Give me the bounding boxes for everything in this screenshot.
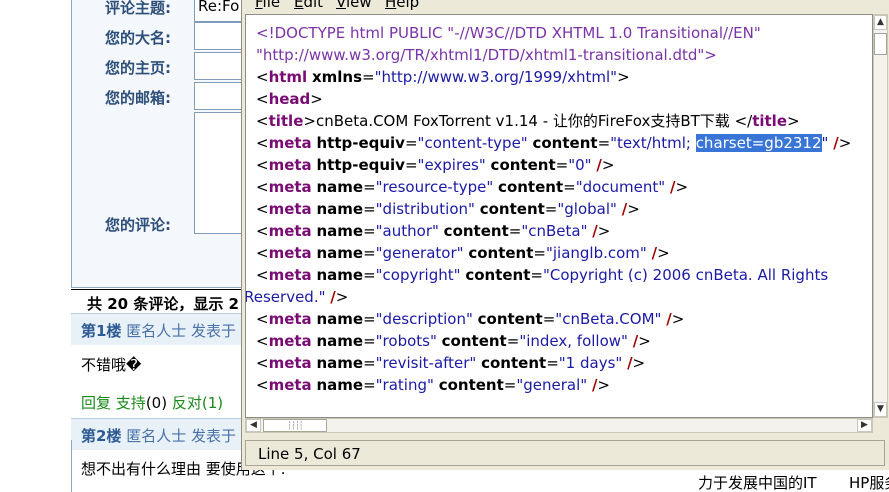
source-line: <meta http-equiv="expires" content="0" /… xyxy=(256,156,615,174)
scroll-down-icon[interactable]: ▼ xyxy=(874,402,887,417)
source-line: <meta name="revisit-after" content="1 da… xyxy=(256,354,646,372)
source-line: <!DOCTYPE html PUBLIC "-//W3C//DTD XHTML… xyxy=(256,24,761,42)
cursor-position: Line 5, Col 67 xyxy=(258,445,361,463)
source-line: Reserved." /> xyxy=(245,288,349,306)
source-line: <meta name="copyright" content="Copyrigh… xyxy=(256,266,829,284)
footer-left-text[interactable]: 力于发展中国的IT xyxy=(698,472,817,492)
email-label: 您的邮箱: xyxy=(105,89,171,107)
status-bar: Line 5, Col 67 xyxy=(245,440,885,466)
horizontal-scroll-thumb[interactable]: ┆┆┆┆ xyxy=(263,419,327,432)
vertical-scrollbar[interactable]: ▲ ▼ xyxy=(873,14,888,418)
source-line: <html xmlns="http://www.w3.org/1999/xhtm… xyxy=(256,68,630,86)
support-link[interactable]: 支持 xyxy=(116,394,146,412)
source-line: <meta name="description" content="cnBeta… xyxy=(256,310,685,328)
source-text-area[interactable]: <!DOCTYPE html PUBLIC "-//W3C//DTD XHTML… xyxy=(245,14,873,418)
source-line: <meta name="resource-type" content="docu… xyxy=(256,178,689,196)
source-line: <meta name="author" content="cnBeta" /> xyxy=(256,222,611,240)
support-count: (0) xyxy=(145,394,168,412)
horizontal-scrollbar[interactable]: ◀ ┆┆┆┆ ▶ xyxy=(245,418,873,433)
footer-right-text[interactable]: HP服务 xyxy=(849,472,889,492)
divider xyxy=(71,440,72,492)
homepage-label: 您的主页: xyxy=(105,59,171,77)
view-source-window: File Edit View Help <!DOCTYPE html PUBLI… xyxy=(241,0,889,470)
source-line: <meta name="distribution" content="globa… xyxy=(256,200,640,218)
subject-label: 评论主题: xyxy=(105,0,171,17)
floor-1-actions: 回复 支持(0) 反对(1) xyxy=(81,392,223,413)
scroll-up-icon[interactable]: ▲ xyxy=(874,15,887,30)
comment-label: 您的评论: xyxy=(105,216,171,234)
floor-author: 匿名人士 发表于 xyxy=(126,427,236,445)
source-line: <meta name="robots" content="index, foll… xyxy=(256,332,651,350)
name-label: 您的大名: xyxy=(105,29,171,47)
floor-number: 第1楼 xyxy=(81,322,122,340)
menu-help[interactable]: Help xyxy=(385,0,419,11)
floor-author: 匿名人士 发表于 xyxy=(126,322,236,340)
oppose-count: (1) xyxy=(201,394,224,412)
menu-edit[interactable]: Edit xyxy=(294,0,323,11)
vertical-scroll-thumb[interactable] xyxy=(874,33,887,55)
source-line: <meta name="generator" content="jianglb.… xyxy=(256,244,670,262)
source-line: "http://www.w3.org/TR/xhtml1/DTD/xhtml1-… xyxy=(256,46,717,64)
menu-bar: File Edit View Help xyxy=(242,0,889,14)
reply-link[interactable]: 回复 xyxy=(81,394,111,412)
menu-file[interactable]: File xyxy=(255,0,280,11)
oppose-link[interactable]: 反对 xyxy=(172,394,202,412)
source-line: <meta http-equiv="content-type" content=… xyxy=(256,134,852,152)
scroll-right-icon[interactable]: ▶ xyxy=(857,419,872,432)
selected-text[interactable]: charset=gb2312 xyxy=(695,134,822,152)
floor-number: 第2楼 xyxy=(81,427,122,445)
menu-view[interactable]: View xyxy=(336,0,372,11)
source-line: <title>cnBeta.COM FoxTorrent v1.14 - 让你的… xyxy=(256,112,800,130)
source-line: <meta name="rating" content="general" /> xyxy=(256,376,610,394)
scroll-left-icon[interactable]: ◀ xyxy=(246,419,261,432)
source-line: <head> xyxy=(256,90,323,108)
